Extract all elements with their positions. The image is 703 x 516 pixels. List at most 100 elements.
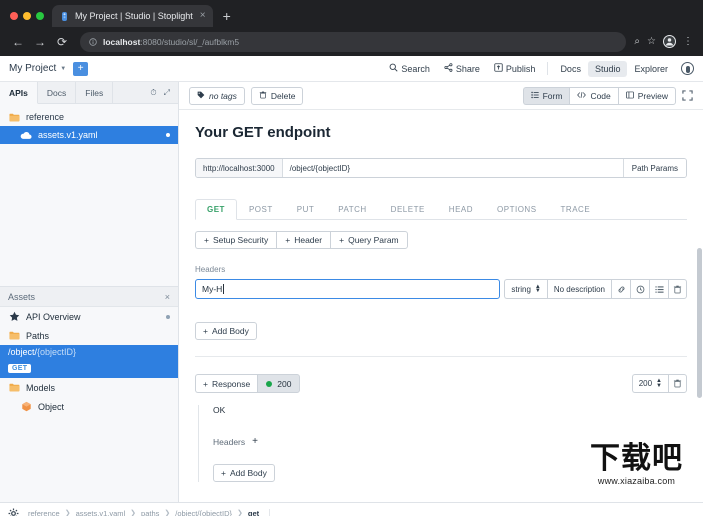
nav-docs[interactable]: Docs bbox=[553, 61, 588, 77]
add-button[interactable]: + bbox=[73, 61, 89, 76]
method-tab-post[interactable]: POST bbox=[237, 199, 285, 220]
breadcrumb-separator: ❯ bbox=[237, 510, 243, 516]
folder-icon bbox=[8, 113, 20, 122]
method-badge-get[interactable]: GET bbox=[8, 364, 32, 373]
response-description[interactable]: OK bbox=[213, 405, 687, 415]
breadcrumb-item-current[interactable]: get bbox=[248, 509, 259, 516]
share-button[interactable]: Share bbox=[437, 60, 487, 77]
breadcrumb-item[interactable]: reference bbox=[28, 509, 60, 516]
app-root: My Project | Studio | Stoplight × + ← → … bbox=[0, 0, 703, 516]
user-avatar-icon[interactable] bbox=[681, 62, 694, 75]
browser-omnibar: ← → ⟳ localhost:8080/studio/sl/_/aufblkm… bbox=[0, 27, 703, 56]
chevron-updown-icon: ▲ ▼ bbox=[534, 283, 541, 294]
zoom-icon[interactable]: ⌕ bbox=[634, 36, 640, 47]
method-tab-get[interactable]: GET bbox=[195, 199, 237, 220]
tab-apis[interactable]: APIs bbox=[0, 82, 38, 104]
nav-studio[interactable]: Studio bbox=[587, 60, 628, 77]
nav-docs-label: Docs bbox=[560, 63, 581, 74]
asset-item-paths[interactable]: Paths bbox=[0, 326, 178, 345]
minimize-window-button[interactable] bbox=[23, 12, 31, 20]
asset-item-api-overview[interactable]: API Overview bbox=[0, 307, 178, 326]
add-header-button[interactable]: + Header bbox=[276, 231, 331, 249]
path-params-button[interactable]: Path Params bbox=[622, 159, 686, 177]
header-type-select[interactable]: string ▲ ▼ bbox=[504, 279, 547, 299]
maximize-window-button[interactable] bbox=[36, 12, 44, 20]
add-body-label: Add Body bbox=[211, 326, 249, 336]
method-tab-patch[interactable]: PATCH bbox=[326, 199, 378, 220]
view-form-button[interactable]: Form bbox=[522, 86, 570, 105]
method-tab-delete[interactable]: DELETE bbox=[379, 199, 437, 220]
form-icon bbox=[530, 91, 539, 101]
fullscreen-icon[interactable] bbox=[682, 90, 693, 101]
delete-button[interactable]: Delete bbox=[250, 86, 304, 105]
scrollbar-thumb[interactable] bbox=[697, 248, 702, 398]
delete-response-icon[interactable] bbox=[668, 374, 687, 393]
view-preview-button[interactable]: Preview bbox=[617, 86, 676, 105]
response-tab-200[interactable]: 200 bbox=[257, 374, 301, 393]
method-tab-trace[interactable]: TRACE bbox=[549, 199, 603, 220]
header-type-value: string bbox=[511, 284, 531, 294]
new-tab-button[interactable]: + bbox=[213, 9, 239, 27]
method-tab-put[interactable]: PUT bbox=[285, 199, 327, 220]
setup-security-button[interactable]: + Setup Security bbox=[195, 231, 277, 249]
share-icon bbox=[444, 63, 453, 74]
tab-files[interactable]: Files bbox=[76, 82, 114, 103]
response-status-select[interactable]: 200 ▲ ▼ bbox=[631, 374, 668, 393]
endpoint-path-input[interactable]: /object/{objectID} bbox=[283, 159, 623, 177]
gear-icon[interactable] bbox=[8, 508, 19, 516]
history-icon[interactable]: ⏱ bbox=[150, 88, 156, 98]
add-response-header-icon[interactable]: + bbox=[252, 436, 258, 447]
breadcrumb-item[interactable]: paths bbox=[141, 509, 159, 516]
asset-item-models[interactable]: Models bbox=[0, 378, 178, 397]
chevron-down-icon[interactable]: ▼ bbox=[60, 66, 66, 72]
publish-label: Publish bbox=[505, 63, 536, 74]
trash-icon[interactable] bbox=[668, 279, 687, 299]
toolbar-left-group: no tags Delete bbox=[189, 86, 304, 105]
breadcrumb-item[interactable]: assets.v1.yaml bbox=[76, 509, 126, 516]
editor-content: Your GET endpoint http://localhost:3000 … bbox=[179, 110, 703, 482]
add-header-label: Header bbox=[294, 235, 323, 245]
close-icon[interactable]: × bbox=[198, 11, 206, 21]
reload-icon[interactable]: ⟳ bbox=[52, 32, 72, 52]
search-button[interactable]: Search bbox=[382, 60, 437, 77]
asset-item-object[interactable]: Object bbox=[0, 397, 178, 416]
response-add-body-button[interactable]: + Add Body bbox=[213, 464, 275, 482]
link-icon[interactable] bbox=[611, 279, 630, 299]
header-description-field[interactable]: No description bbox=[546, 279, 611, 299]
method-tab-head[interactable]: HEAD bbox=[437, 199, 485, 220]
add-query-param-button[interactable]: + Query Param bbox=[330, 231, 408, 249]
add-response-button[interactable]: + Response bbox=[195, 374, 258, 393]
profile-avatar-icon[interactable] bbox=[663, 35, 676, 48]
bookmark-star-icon[interactable]: ☆ bbox=[647, 36, 656, 47]
tree-item-reference[interactable]: reference bbox=[0, 108, 178, 126]
add-body-button[interactable]: + Add Body bbox=[195, 322, 257, 340]
assets-panel: Assets × API Overview Paths /object/{obj… bbox=[0, 286, 178, 502]
method-tab-options[interactable]: OPTIONS bbox=[485, 199, 549, 220]
preview-icon bbox=[625, 91, 634, 101]
nav-explorer[interactable]: Explorer bbox=[627, 61, 675, 77]
forward-icon[interactable]: → bbox=[30, 32, 50, 52]
close-window-button[interactable] bbox=[10, 12, 18, 20]
tags-button[interactable]: no tags bbox=[189, 86, 245, 105]
response-tab-label: 200 bbox=[277, 378, 292, 389]
address-bar[interactable]: localhost:8080/studio/sl/_/aufblkm5 bbox=[80, 31, 627, 52]
browser-menu-icon[interactable]: ⋮ bbox=[683, 36, 693, 47]
asset-item-label: API Overview bbox=[26, 311, 81, 322]
breadcrumb-item[interactable]: /object/{objectID} bbox=[175, 509, 232, 516]
clock-icon[interactable] bbox=[630, 279, 649, 299]
back-icon[interactable]: ← bbox=[8, 32, 28, 52]
publish-button[interactable]: Publish bbox=[487, 60, 543, 77]
endpoint-host[interactable]: http://localhost:3000 bbox=[196, 159, 283, 177]
close-icon[interactable]: × bbox=[165, 292, 170, 302]
expand-icon[interactable]: ⤢ bbox=[164, 88, 170, 98]
tab-docs[interactable]: Docs bbox=[38, 82, 77, 103]
browser-tab[interactable]: My Project | Studio | Stoplight × bbox=[52, 5, 213, 27]
tree-item-assets-yaml[interactable]: assets.v1.yaml bbox=[0, 126, 178, 144]
view-code-button[interactable]: Code bbox=[569, 86, 618, 105]
header-name-input[interactable]: My-H bbox=[195, 279, 501, 299]
info-icon[interactable] bbox=[89, 33, 97, 51]
asset-item-selected-path[interactable]: /object/{objectID} GET bbox=[0, 345, 178, 378]
main-scrollbar[interactable] bbox=[697, 110, 702, 502]
list-icon[interactable] bbox=[649, 279, 668, 299]
project-name[interactable]: My Project bbox=[9, 63, 56, 74]
